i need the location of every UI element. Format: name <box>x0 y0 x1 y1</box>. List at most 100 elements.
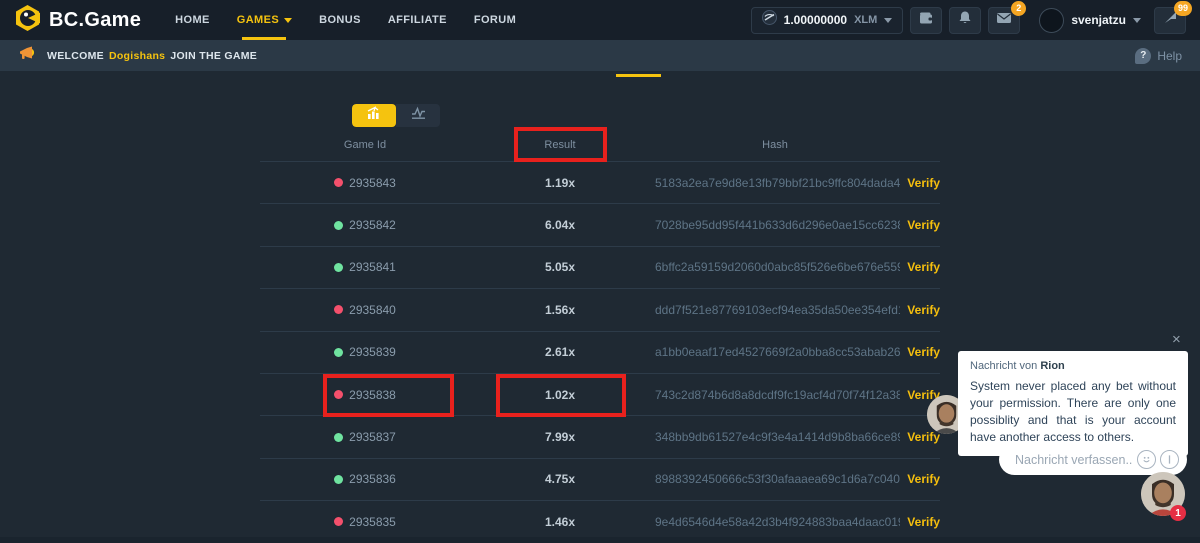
table-view-button[interactable] <box>352 104 396 127</box>
help-icon: ? <box>1135 48 1151 64</box>
annotation-box-1 <box>514 127 607 162</box>
brand-hexagon-icon <box>14 4 41 37</box>
game-id-value: 2935840 <box>349 303 396 317</box>
navbar-right-cluster: 1.00000000 XLM <box>751 7 1186 34</box>
table-row: 2935840 1.56x ddd7f521e87769103ecf94ea35… <box>260 289 940 331</box>
hash-cell: 9e4d6546d4e58a42d3b4f924883baa4daac019ce… <box>650 515 900 529</box>
main-nav: HOME GAMES BONUS AFFILIATE FORUM <box>175 0 516 40</box>
username: svenjatzu <box>1071 13 1126 27</box>
verify-link[interactable]: Verify <box>900 303 940 317</box>
game-id-cell[interactable]: 2935839 <box>260 345 470 359</box>
game-id-cell[interactable]: 2935843 <box>260 176 470 190</box>
result-cell: 5.05x <box>470 260 650 274</box>
hash-cell: a1bb0eaaf17ed4527669f2a0bba8cc53abab26c6… <box>650 345 900 359</box>
table-row: 2935837 7.99x 348bb9db61527e4c9f3e4a1414… <box>260 416 940 458</box>
hash-cell: 8988392450666c53f30afaaaea69c1d6a7c0407e… <box>650 472 900 486</box>
result-cell: 1.56x <box>470 303 650 317</box>
result-cell: 6.04x <box>470 218 650 232</box>
chat-toggle-button[interactable]: 99 <box>1154 7 1186 34</box>
nav-item-label: BONUS <box>319 14 361 26</box>
hash-cell: 7028be95dd95f441b633d6d296e0ae15cc6238dd… <box>650 218 900 232</box>
messages-button[interactable]: 2 <box>988 7 1020 34</box>
chat-input-bar <box>999 444 1187 475</box>
balance-currency: XLM <box>854 14 877 26</box>
column-header-game-id: Game Id <box>260 139 470 151</box>
banner-welcome: WELCOME <box>47 50 104 62</box>
verify-link[interactable]: Verify <box>900 515 940 529</box>
bar-chart-icon <box>366 106 383 125</box>
result-cell: 1.19x <box>470 176 650 190</box>
chat-sender-name: Rion <box>1040 360 1064 372</box>
chat-message-input[interactable] <box>1015 453 1133 467</box>
game-id-value: 2935837 <box>349 430 396 444</box>
help-button[interactable]: ? Help <box>1135 48 1182 64</box>
table-row: 2935836 4.75x 8988392450666c53f30afaaaea… <box>260 459 940 501</box>
nav-item-affiliate[interactable]: AFFILIATE <box>388 0 447 40</box>
chat-message-body: System never placed any bet without your… <box>970 378 1176 446</box>
hash-cell: 6bffc2a59159d2060d0abc85f526e6be676e5590… <box>650 260 900 274</box>
game-id-cell[interactable]: 2935842 <box>260 218 470 232</box>
chat-message-title: Nachricht von Rion <box>970 360 1176 372</box>
table-row: 2935843 1.19x 5183a2ea7e9d8e13fb79bbf21b… <box>260 162 940 204</box>
status-dot <box>334 348 343 357</box>
nav-item-home[interactable]: HOME <box>175 0 210 40</box>
hash-cell: 743c2d874b6d8a8dcdf9fc19acf4d70f74f12a38… <box>650 388 900 402</box>
verify-link[interactable]: Verify <box>900 472 940 486</box>
game-id-cell[interactable]: 2935837 <box>260 430 470 444</box>
status-dot <box>334 221 343 230</box>
game-id-value: 2935842 <box>349 218 396 232</box>
info-icon[interactable] <box>1160 450 1179 469</box>
game-id-cell[interactable]: 2935836 <box>260 472 470 486</box>
verify-link[interactable]: Verify <box>900 218 940 232</box>
game-id-cell[interactable]: 2935841 <box>260 260 470 274</box>
column-header-hash: Hash <box>650 139 900 151</box>
verify-link[interactable]: Verify <box>900 176 940 190</box>
balance-selector[interactable]: 1.00000000 XLM <box>751 7 904 34</box>
close-icon[interactable]: × <box>1172 332 1181 347</box>
top-navbar: BC.Game HOME GAMES BONUS AFFILIATE FORUM <box>0 0 1200 40</box>
status-dot <box>334 263 343 272</box>
nav-item-forum[interactable]: FORUM <box>474 0 516 40</box>
trend-view-button[interactable] <box>396 104 440 127</box>
verify-link[interactable]: Verify <box>900 430 940 444</box>
verify-link[interactable]: Verify <box>900 345 940 359</box>
xlm-coin-icon <box>762 10 777 30</box>
result-cell: 4.75x <box>470 472 650 486</box>
status-dot <box>334 517 343 526</box>
chevron-down-icon <box>884 18 892 23</box>
welcome-banner: WELCOME Dogishans JOIN THE GAME ? Help <box>0 40 1200 71</box>
game-id-value: 2935843 <box>349 176 396 190</box>
balance-amount: 1.00000000 <box>784 13 847 27</box>
game-id-value: 2935841 <box>349 260 396 274</box>
result-cell: 2.61x <box>470 345 650 359</box>
verify-link[interactable]: Verify <box>900 260 940 274</box>
nav-item-label: AFFILIATE <box>388 14 447 26</box>
status-dot <box>334 433 343 442</box>
banner-player-name[interactable]: Dogishans <box>109 50 165 62</box>
annotation-box-2 <box>323 374 454 417</box>
megaphone-icon <box>18 46 35 66</box>
user-menu[interactable]: svenjatzu <box>1039 8 1141 33</box>
emoji-icon[interactable] <box>1137 450 1156 469</box>
bell-icon <box>958 10 972 30</box>
nav-item-bonus[interactable]: BONUS <box>319 0 361 40</box>
game-id-cell[interactable]: 2935840 <box>260 303 470 317</box>
table-row: 2935841 5.05x 6bffc2a59159d2060d0abc85f5… <box>260 247 940 289</box>
chat-message-from: Nachricht von <box>970 360 1037 372</box>
notifications-button[interactable] <box>949 7 981 34</box>
game-id-cell[interactable]: 2935835 <box>260 515 470 529</box>
nav-item-label: HOME <box>175 14 210 26</box>
banner-text: WELCOME Dogishans JOIN THE GAME <box>47 50 257 62</box>
chevron-down-icon <box>1133 18 1141 23</box>
banner-join: JOIN THE GAME <box>170 50 257 62</box>
annotation-box-3 <box>496 374 626 417</box>
game-id-value: 2935839 <box>349 345 396 359</box>
wallet-button[interactable] <box>910 7 942 34</box>
bc-game-logo[interactable]: BC.Game <box>14 4 141 37</box>
chevron-down-icon <box>284 18 292 23</box>
hash-cell: 5183a2ea7e9d8e13fb79bbf21bc9ffc804dada4a… <box>650 176 900 190</box>
game-id-value: 2935835 <box>349 515 396 529</box>
status-dot <box>334 178 343 187</box>
unread-badge: 1 <box>1170 505 1186 521</box>
nav-item-games[interactable]: GAMES <box>237 0 292 40</box>
